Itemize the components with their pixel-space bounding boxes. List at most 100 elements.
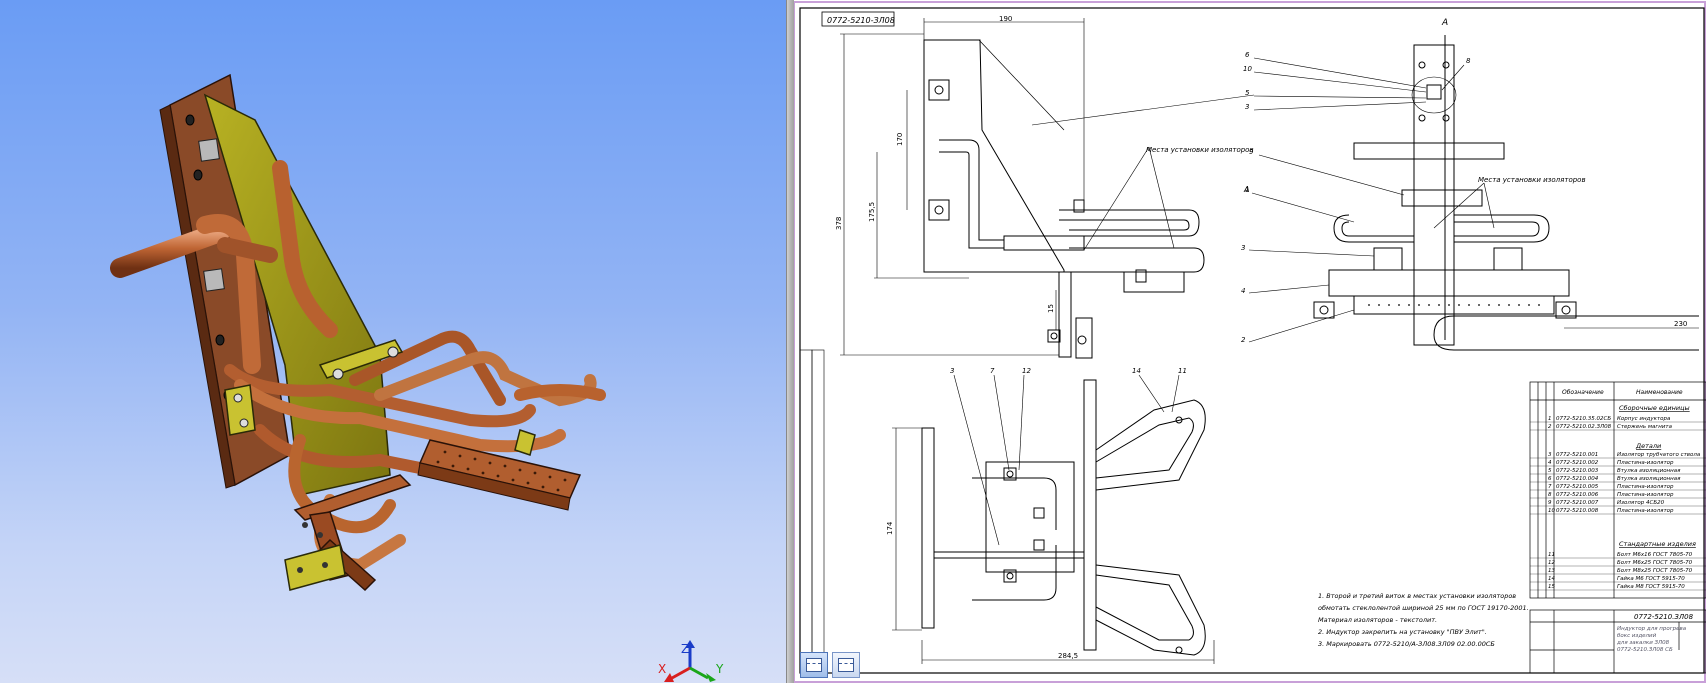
bottom-dimensions [892,374,1215,664]
side-leaders [1248,57,1699,343]
bom-section-assembly: Сборочные единицы [1619,404,1690,412]
y-axis [689,666,709,680]
svg-text:9: 9 [1249,148,1254,156]
layout-split-icon [838,658,854,672]
bom-row-name: Болт М6х16 ГОСТ 7805-70 [1617,552,1693,558]
bom-row-name: Болт М8х25 ГОСТ 7805-70 [1617,568,1693,574]
bom-row-pos: 1 [1548,416,1552,422]
bom-row-code: 0772-5210.35.02СБ [1556,416,1611,422]
bom-row-code: 0772-5210.008 [1556,508,1599,514]
bottom-view [921,379,1206,656]
svg-text:7: 7 [990,367,995,375]
layout-single-button[interactable] [800,652,828,678]
drawing-sheet: 0772-5210-ЗЛ08 A 190 170 378 175,5 15 Ме… [794,1,1706,683]
bom-row-pos: 5 [1548,468,1552,474]
bom-row-code: 0772-5210.003 [1556,468,1599,474]
bom-row-pos: 11 [1548,552,1555,558]
bom-row-name: Гайка М6 ГОСТ 5915-70 [1617,576,1685,582]
svg-text:5: 5 [1245,89,1250,97]
bom-row-pos: 6 [1548,476,1552,482]
bom-row-name: Втулка изоляционная [1617,468,1681,474]
bom-row-pos: 4 [1548,460,1552,466]
dim-284-5: 284,5 [1058,652,1078,660]
bom-row-pos: 10 [1548,508,1555,514]
bom-row-name: Пластина-изолятор [1617,484,1674,490]
dim-170: 170 [896,133,904,146]
bom-section-parts: Детали [1635,442,1661,450]
svg-text:Индуктор для прогрева: Индуктор для прогрева [1617,626,1687,632]
bom-row-pos: 9 [1548,500,1552,506]
bom-row-code: 0772-5210.001 [1556,452,1598,458]
svg-text:обмотать стеклолентой шириной: обмотать стеклолентой шириной 25 мм по Г… [1318,604,1529,612]
title-code: 0772-5210.ЗЛ08 [1634,613,1694,621]
bom-row-pos: 15 [1548,584,1555,590]
bom-row-code: 0772-5210.007 [1556,500,1599,506]
bom-row-pos: 7 [1548,484,1552,490]
bom-row-name: Стержень магнита [1617,424,1673,430]
3d-model [110,73,606,592]
bom-row-name: Пластина-изолятор [1617,460,1674,466]
svg-text:3. Маркировать 0772-5210/А-ЗЛ0: 3. Маркировать 0772-5210/А-ЗЛ08.ЗЛ09 02.… [1318,640,1495,648]
dim-175-5: 175,5 [868,202,876,222]
layout-double-button[interactable] [832,652,860,678]
svg-text:1. Второй и третий виток в мес: 1. Второй и третий виток в местах устано… [1318,592,1516,600]
view-layout-buttons [800,652,860,678]
letter-a: A [1441,18,1448,28]
bom-header-name: Наименование [1636,389,1683,396]
bom-row-code: 0772-5210.004 [1556,476,1599,482]
svg-text:8: 8 [1466,57,1471,65]
svg-text:3: 3 [950,367,954,375]
bom-row-pos: 8 [1548,492,1552,498]
bom-section-std: Стандартные изделия [1619,540,1696,548]
axis-triad: Z X Y [658,640,724,682]
svg-text:для закалки ЗЛ08: для закалки ЗЛ08 [1616,640,1670,646]
x-label: X [658,662,666,676]
bom-row-code: 0772-5210.006 [1556,492,1599,498]
note-weld-left: Места установки изоляторов [1146,146,1254,154]
bom-row-pos: 3 [1548,452,1552,458]
bom-row-name: Изолятор 4СБ20 [1617,500,1665,506]
bottom-callouts: 3 7 12 14 11 [950,367,1187,375]
stamp-top: 0772-5210-ЗЛ08 [827,16,895,25]
dim-190: 190 [999,15,1012,23]
bom-row-code: 0772-5210.005 [1556,484,1599,490]
svg-text:3: 3 [1241,244,1245,252]
side-callouts: 6 10 5 3 8 9 1 3 4 2 [1241,51,1471,344]
bom-header-code: Обозначение [1562,389,1604,396]
svg-text:2: 2 [1241,336,1246,344]
svg-text:12: 12 [1022,367,1031,375]
title-name: Индуктор для прогрева бокс изделий для з… [1616,626,1687,653]
svg-text:14: 14 [1132,367,1141,375]
svg-text:1: 1 [1245,186,1249,194]
note-weld-right: Места установки изоляторов [1478,176,1586,184]
dim-174: 174 [886,521,894,535]
tech-notes: 1. Второй и третий виток в местах устано… [1318,592,1529,648]
layout-split-icon [806,658,822,672]
y-label: Y [715,662,724,676]
3d-viewport[interactable]: Z X Y [0,0,786,683]
svg-text:10: 10 [1243,65,1252,73]
dim-230: 230 [1674,320,1687,328]
bom-row-name: Болт М6х25 ГОСТ 7805-70 [1617,560,1693,566]
bom-row-name: Втулка изоляционная [1617,476,1681,482]
svg-text:3: 3 [1245,103,1249,111]
side-view [1313,35,1699,351]
bom-row-name: Изолятор трубчатого ствола [1617,452,1701,458]
drawing-viewport[interactable]: 0772-5210-ЗЛ08 A 190 170 378 175,5 15 Ме… [794,0,1706,683]
bom-row-code: 0772-5210.002 [1556,460,1599,466]
svg-text:2. Индуктор закрепить на устан: 2. Индуктор закрепить на установку "ПВУ … [1318,628,1487,636]
x-axis [671,666,691,680]
bom-row-pos: 14 [1548,576,1555,582]
bom-row-name: Пластина-изолятор [1617,492,1674,498]
bom-row-pos: 2 [1548,424,1552,430]
svg-text:бокс изделий: бокс изделий [1617,633,1657,639]
bom-rows: 1 0772-5210.35.02СБ Корпус индуктора 2 0772-… [1530,416,1706,591]
dim-378: 378 [835,217,843,230]
bom-row-name: Гайка М8 ГОСТ 5915-70 [1617,584,1685,590]
z-label: Z [681,642,689,656]
bom-row-name: Пластина-изолятор [1617,508,1674,514]
svg-text:4: 4 [1241,287,1245,295]
svg-text:6: 6 [1245,51,1250,59]
svg-text:0772-5210.ЗЛ08 СБ: 0772-5210.ЗЛ08 СБ [1617,647,1673,653]
svg-text:11: 11 [1178,367,1187,375]
